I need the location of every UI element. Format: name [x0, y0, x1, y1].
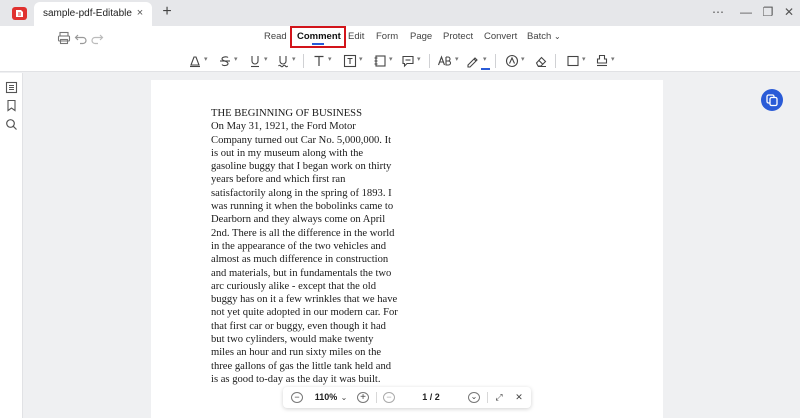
- chevron-down-icon[interactable]: ▾: [611, 56, 617, 63]
- zoom-bar: − 110% ⌄ + − 1 / 2 ⌄ ⤢ ✕: [283, 387, 531, 408]
- chevron-down-icon[interactable]: ▾: [292, 56, 298, 63]
- zoom-value[interactable]: 110%: [313, 391, 339, 404]
- chevron-down-icon[interactable]: ▾: [234, 56, 240, 63]
- pen-color-indicator: [481, 68, 490, 70]
- thumbnails-icon[interactable]: [5, 81, 18, 94]
- eraser-icon[interactable]: [534, 54, 548, 68]
- left-sidebar: [0, 73, 23, 418]
- underline-icon[interactable]: [248, 54, 262, 68]
- document-text: THE BEGINNING OF BUSINESS On May 31, 1921…: [211, 107, 398, 386]
- toolbar-divider: [495, 54, 496, 68]
- chevron-down-icon[interactable]: ▾: [455, 56, 461, 63]
- menu-convert[interactable]: Convert: [484, 31, 517, 42]
- menu-edit[interactable]: Edit: [348, 31, 364, 42]
- menu-form[interactable]: Form: [376, 31, 398, 42]
- close-window-button[interactable]: ✕: [780, 4, 798, 20]
- document-line: satisfactorily along in the spring of 18…: [211, 187, 392, 199]
- restore-button[interactable]: ❐: [759, 4, 777, 20]
- document-line: is as good to-day as the day it was buil…: [211, 373, 381, 385]
- text-callout-icon[interactable]: [343, 54, 357, 68]
- chevron-down-icon[interactable]: ▾: [521, 56, 527, 63]
- chevron-down-icon[interactable]: ▾: [264, 56, 270, 63]
- menu-page[interactable]: Page: [410, 31, 432, 42]
- document-line: and materials, but in fundamentals the t…: [211, 267, 392, 279]
- document-line: almost as much difference in constructio…: [211, 254, 389, 266]
- app-logo-icon: [11, 5, 28, 22]
- document-line: THE BEGINNING OF BUSINESS: [211, 108, 362, 119]
- redo-icon[interactable]: [90, 31, 104, 45]
- stamp-icon[interactable]: [505, 54, 519, 68]
- title-bar: sample-pdf-Editable × + ⋯ — ❐ ✕: [0, 0, 800, 26]
- fit-page-button[interactable]: ⤢: [493, 391, 505, 404]
- more-options-button[interactable]: ⋯: [709, 4, 727, 20]
- text-box-icon[interactable]: [312, 54, 326, 68]
- document-page: THE BEGINNING OF BUSINESS On May 31, 1921…: [151, 80, 663, 418]
- document-line: miles an hour and run sixty miles on the: [211, 347, 382, 359]
- page-indicator[interactable]: 1 / 2: [417, 391, 445, 404]
- chevron-down-icon[interactable]: ▾: [204, 56, 210, 63]
- close-zoom-bar-button[interactable]: ✕: [513, 391, 525, 404]
- zoom-divider: [487, 392, 488, 403]
- document-line: arc curiously alike - except that the ol…: [211, 280, 377, 292]
- menu-batch-label: Batch: [527, 31, 552, 42]
- chevron-down-icon[interactable]: ▾: [483, 56, 489, 63]
- text-format-icon[interactable]: [437, 54, 453, 68]
- document-line: On May 31, 1921, the Ford Motor: [211, 121, 356, 133]
- active-menu-underline: [312, 43, 324, 45]
- chevron-down-icon[interactable]: ▾: [389, 56, 395, 63]
- document-line: gasoline buggy that I began work on thir…: [211, 161, 392, 173]
- toolbar-divider: [555, 54, 556, 68]
- document-line: 2nd. There is all the difference in the …: [211, 227, 395, 239]
- previous-page-button[interactable]: −: [383, 392, 395, 403]
- document-line: three gallons of gas the little tank hel…: [211, 360, 392, 372]
- next-page-button[interactable]: ⌄: [468, 392, 480, 403]
- document-line: that first car or buggy, even though it …: [211, 320, 386, 332]
- rectangle-icon[interactable]: [566, 54, 580, 68]
- strikethrough-icon[interactable]: [218, 54, 232, 68]
- undo-icon[interactable]: [74, 31, 88, 45]
- chevron-down-icon[interactable]: ▾: [417, 56, 423, 63]
- squiggly-underline-icon[interactable]: [276, 54, 290, 68]
- document-line: is out in my museum along with the: [211, 147, 364, 159]
- document-line: in the appearance of the two vehicles an…: [211, 240, 387, 252]
- tab-close-icon[interactable]: ×: [134, 7, 146, 19]
- document-line: but two cylinders, would make twenty: [211, 334, 374, 346]
- menu-batch[interactable]: Batch ⌄: [527, 31, 561, 42]
- minimize-button[interactable]: —: [737, 4, 755, 20]
- chevron-down-icon[interactable]: ▾: [359, 56, 365, 63]
- highlight-icon[interactable]: [188, 54, 202, 68]
- document-line: was running it when the bobolinks came t…: [211, 201, 394, 213]
- document-line: Dearborn and they always come on April: [211, 214, 386, 226]
- document-line: Company turned out Car No. 5,000,000. It: [211, 134, 392, 146]
- chevron-down-icon: ⌄: [553, 32, 561, 41]
- sticky-note-icon[interactable]: [373, 54, 387, 68]
- pen-icon[interactable]: [466, 54, 480, 68]
- toolbar-divider: [429, 54, 430, 68]
- document-line: buggy has on it a few wrinkles that we h…: [211, 294, 398, 306]
- menu-read[interactable]: Read: [264, 31, 287, 42]
- signature-icon[interactable]: [595, 54, 609, 68]
- chevron-down-icon[interactable]: ⌄: [340, 391, 348, 404]
- document-line: years before and which first ran: [211, 174, 346, 186]
- zoom-in-button[interactable]: +: [357, 392, 369, 403]
- document-tab[interactable]: sample-pdf-Editable ×: [34, 2, 152, 26]
- zoom-divider: [376, 392, 377, 403]
- chevron-down-icon[interactable]: ▾: [582, 56, 588, 63]
- main-toolbar: Read Comment Edit Form Page Protect Conv…: [0, 26, 800, 72]
- bookmark-icon[interactable]: [5, 99, 18, 112]
- search-icon[interactable]: [5, 118, 18, 131]
- chevron-down-icon[interactable]: ▾: [328, 56, 334, 63]
- document-line: not yet quite adopted in our modern car.…: [211, 307, 398, 319]
- zoom-out-button[interactable]: −: [291, 392, 303, 403]
- new-tab-button[interactable]: +: [160, 4, 174, 20]
- menu-protect[interactable]: Protect: [443, 31, 473, 42]
- print-icon[interactable]: [57, 31, 71, 45]
- tab-title: sample-pdf-Editable: [43, 8, 132, 19]
- toolbar-divider: [303, 54, 304, 68]
- ai-assistant-button[interactable]: [761, 89, 783, 111]
- comment-icon[interactable]: [401, 54, 415, 68]
